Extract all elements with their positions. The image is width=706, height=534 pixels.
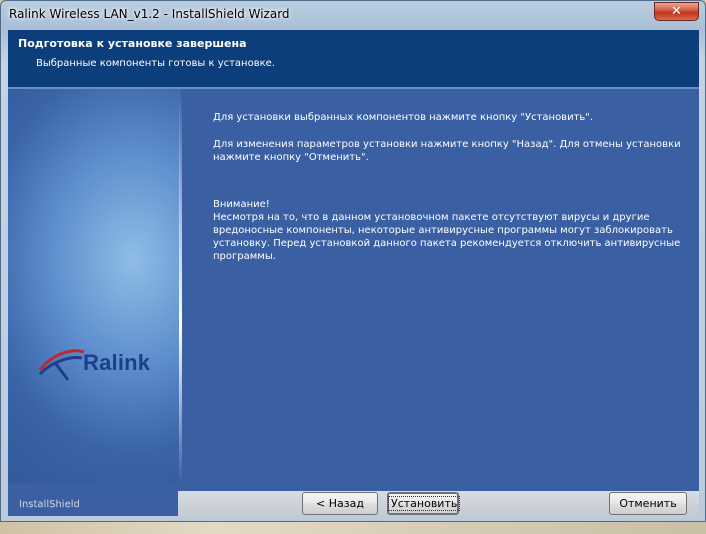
instruction-back-cancel: Для изменения параметров установки нажми… (213, 139, 681, 163)
instruction-install: Для установки выбранных компонентов нажм… (213, 112, 594, 123)
page-subtitle: Выбранные компоненты готовы к установке. (36, 58, 275, 69)
close-button[interactable]: ✕ (654, 2, 699, 21)
warning-block: Внимание! Несмотря на то, что в данном у… (213, 198, 683, 263)
warning-title: Внимание! (213, 199, 270, 210)
page-title: Подготовка к установке завершена (18, 37, 247, 50)
cancel-button[interactable]: Отменить (609, 492, 687, 515)
logo-text: Ralink (83, 350, 151, 375)
title-bar[interactable]: Ralink Wireless LAN_v1.2 - InstallShield… (1, 1, 705, 29)
install-button-label: Установить (388, 496, 461, 511)
banner-divider (179, 89, 182, 484)
wizard-header: Подготовка к установке завершена Выбранн… (8, 30, 699, 88)
installshield-brand: InstallShield (19, 499, 80, 510)
back-button[interactable]: < Назад (302, 492, 378, 515)
window-title: Ralink Wireless LAN_v1.2 - InstallShield… (9, 7, 290, 21)
ralink-logo: Ralink (38, 344, 168, 384)
install-button[interactable]: Установить (387, 492, 461, 515)
side-banner: Ralink (8, 89, 180, 484)
button-bar: InstallShield < Назад Установить Отменит… (8, 484, 699, 516)
wizard-client-area: Подготовка к установке завершена Выбранн… (8, 30, 699, 516)
ralink-swoosh-icon (38, 349, 85, 381)
close-icon: ✕ (671, 4, 682, 19)
installer-window: Ralink Wireless LAN_v1.2 - InstallShield… (0, 0, 706, 522)
warning-body: Несмотря на то, что в данном установочно… (213, 212, 681, 262)
